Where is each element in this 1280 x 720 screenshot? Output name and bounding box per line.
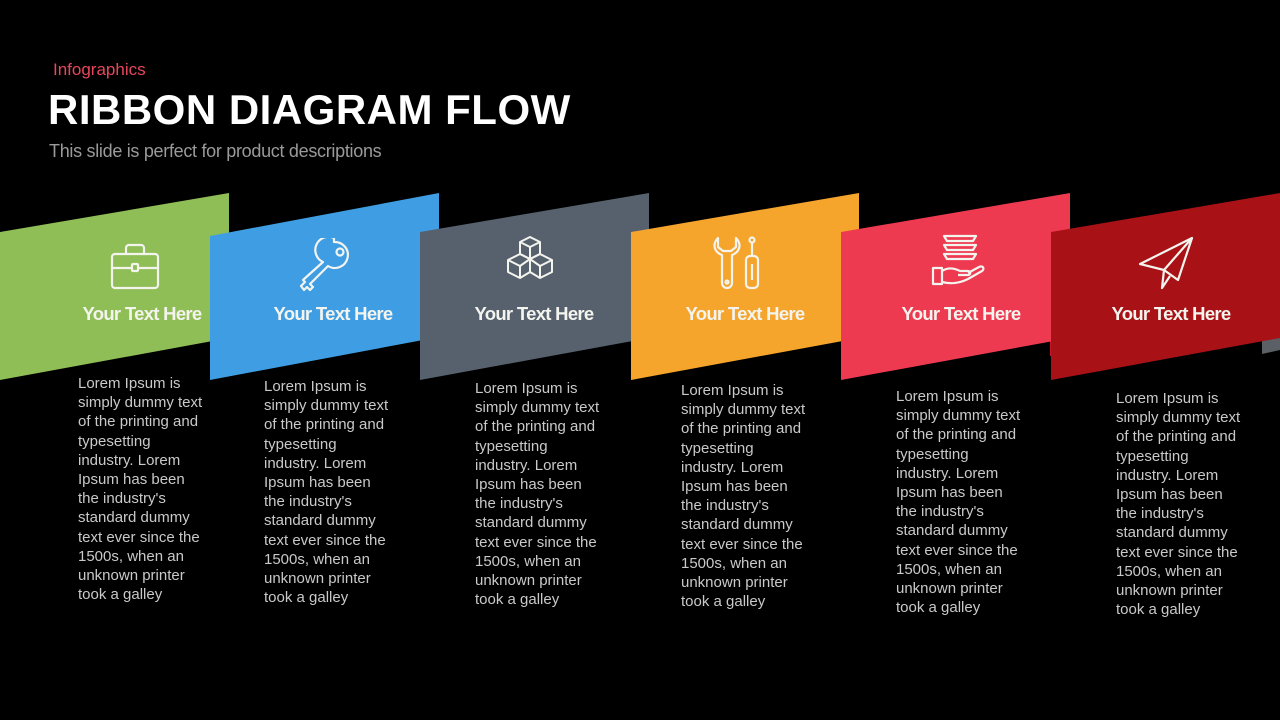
ribbon-heading-1: Your Text Here [82,303,202,324]
key-icon [299,238,349,292]
cubes-icon [507,236,553,279]
ribbon-heading-6: Your Text Here [1111,303,1231,324]
ribbon-heading-4: Your Text Here [685,303,805,324]
ribbon-heading-2: Your Text Here [273,303,393,324]
ribbon-description-2: Lorem Ipsum is simply dummy text of the … [264,378,389,607]
hand-layers-icon [931,234,985,286]
ribbon-description-3: Lorem Ipsum is simply dummy text of the … [475,380,600,609]
ribbon-heading-5: Your Text Here [901,303,1021,324]
ribbon-description-4: Lorem Ipsum is simply dummy text of the … [681,382,806,611]
ribbon-flow [0,193,1280,380]
ribbon-description-5: Lorem Ipsum is simply dummy text of the … [896,388,1021,617]
tools-icon [713,236,760,290]
ribbon-description-1: Lorem Ipsum is simply dummy text of the … [78,375,203,604]
briefcase-icon [110,243,160,290]
paper-plane-icon [1138,236,1194,290]
ribbon-heading-3: Your Text Here [474,303,594,324]
ribbon-description-6: Lorem Ipsum is simply dummy text of the … [1116,390,1241,619]
